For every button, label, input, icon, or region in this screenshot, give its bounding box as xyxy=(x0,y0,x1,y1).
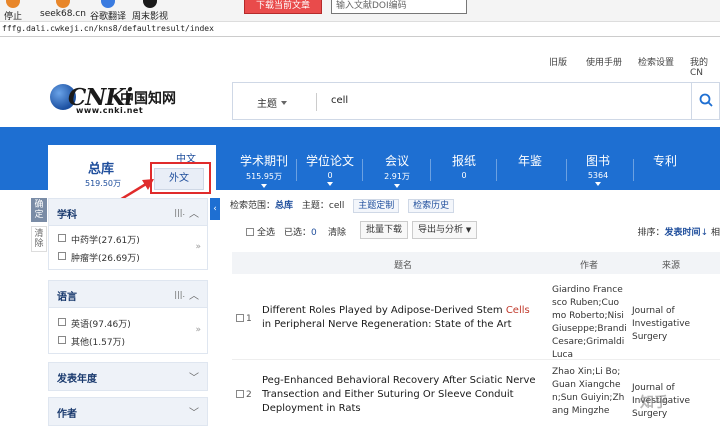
more-arrow-icon[interactable]: » xyxy=(195,242,201,252)
search-scope-select[interactable]: 主题 xyxy=(257,95,287,110)
shortcut-google-translate[interactable]: 谷歌翻译 xyxy=(90,0,126,22)
collapse-sidebar-button[interactable]: ‹ xyxy=(210,198,220,220)
shortcut-stop[interactable]: 停止 xyxy=(4,0,22,22)
shortcut-seek68[interactable]: seek68.cn xyxy=(40,0,86,19)
weekend-movies-icon xyxy=(143,0,157,8)
divider xyxy=(296,159,297,181)
seek68-icon xyxy=(55,0,70,8)
checkbox[interactable] xyxy=(236,314,244,322)
result-title-link[interactable]: Different Roles Played by Adipose-Derive… xyxy=(262,304,537,332)
row-select[interactable]: 1 xyxy=(236,314,252,324)
facet-author[interactable]: 作者 ﹀ xyxy=(48,397,208,426)
chevron-up-icon[interactable]: ︿ xyxy=(189,287,199,302)
google-translate-icon xyxy=(101,0,115,8)
download-article-button[interactable]: 下载当前文章 xyxy=(244,0,322,14)
results-toolbar: 全选 已选：0 清除 批量下载 导出与分析 ▼ 排序：发表时间↓ 相 xyxy=(232,220,720,242)
category-books[interactable]: 图书 5364 xyxy=(568,152,628,186)
result-title-link[interactable]: Peg-Enhanced Behavioral Recovery After S… xyxy=(262,374,537,416)
topic-customize-button[interactable]: 主题定制 xyxy=(353,199,400,213)
divider xyxy=(362,159,363,181)
clear-selection-link[interactable]: 清除 xyxy=(328,225,346,238)
shortcut-weekend-movies[interactable]: 周末影视 xyxy=(132,0,168,22)
search-history-button[interactable]: 检索历史 xyxy=(408,199,455,213)
caret-down-icon xyxy=(595,182,601,186)
checkbox[interactable] xyxy=(58,336,66,344)
caret-down-icon xyxy=(394,184,400,188)
caret-down-icon xyxy=(281,101,287,105)
category-theses[interactable]: 学位论文 0 xyxy=(300,152,360,186)
divider xyxy=(566,159,567,181)
cnki-top-nav: 旧版 使用手册 检索设置 我的CN xyxy=(0,37,720,80)
result-source[interactable]: Journal of Investigative Surgery xyxy=(632,305,712,344)
total-library-title: 总库 xyxy=(88,162,115,177)
facet-language-header[interactable]: 语言 |||. ︿ xyxy=(49,281,207,308)
selected-count: 已选：0 xyxy=(284,228,317,238)
list-item[interactable]: 中药学(27.61万) xyxy=(49,230,207,248)
annotation-highlight-box xyxy=(150,162,211,194)
confirm-tab[interactable]: 确定 xyxy=(31,198,47,222)
nav-search-settings[interactable]: 检索设置 xyxy=(638,55,674,68)
checkbox[interactable] xyxy=(58,252,66,260)
address-bar[interactable]: fffg.dali.cwkeji.cn/kns8/defaultresult/i… xyxy=(0,22,720,37)
select-all-checkbox[interactable]: 全选 xyxy=(246,225,275,238)
category-journals[interactable]: 学术期刊 515.95万 xyxy=(234,152,294,188)
divider xyxy=(496,159,497,181)
watermark: 知乎 xyxy=(640,395,668,411)
facet-subject: 学科 |||. ︿ 中药学(27.61万) 肿瘤学(26.69万) » xyxy=(48,198,208,270)
nav-old-version[interactable]: 旧版 xyxy=(549,55,567,68)
breadcrumb: 检索范围：总库 主题：cell 主题定制 检索历史 xyxy=(230,198,455,213)
nav-manual[interactable]: 使用手册 xyxy=(586,55,622,68)
list-item[interactable]: 其他(1.57万) xyxy=(49,332,207,350)
checkbox[interactable] xyxy=(58,318,66,326)
sort-control[interactable]: 排序：发表时间↓ 相 xyxy=(638,225,720,238)
facet-language: 语言 |||. ︿ 英语(97.46万) 其他(1.57万) » xyxy=(48,280,208,354)
result-authors[interactable]: Giardino Francesco Ruben;Cuomo Roberto;N… xyxy=(552,284,627,362)
browser-bookmark-bar: 停止 seek68.cn 谷歌翻译 周末影视 下载当前文章 输入文献DOI编码 xyxy=(0,0,720,22)
checkbox[interactable] xyxy=(246,228,254,236)
doi-search-input[interactable]: 输入文献DOI编码 xyxy=(331,0,467,14)
breadcrumb-topic: 主题：cell xyxy=(301,201,345,211)
divider xyxy=(633,159,634,181)
chevron-down-icon[interactable]: ﹀ xyxy=(189,404,199,419)
divider xyxy=(316,93,317,111)
checkbox[interactable] xyxy=(58,234,66,242)
row-select[interactable]: 2 xyxy=(236,390,252,400)
list-item[interactable]: 肿瘤学(26.69万) xyxy=(49,248,207,266)
facet-author-header[interactable]: 作者 ﹀ xyxy=(49,398,207,425)
sort-arrow-icon: ↓ xyxy=(700,228,709,238)
facet-action-tabs: 确定 清除 xyxy=(31,198,47,258)
caret-down-icon xyxy=(327,182,333,186)
facet-year-header[interactable]: 发表年度 ﹀ xyxy=(49,363,207,390)
facet-subject-header[interactable]: 学科 |||. ︿ xyxy=(49,199,207,226)
category-conferences[interactable]: 会议 2.91万 xyxy=(367,152,427,188)
batch-download-button[interactable]: 批量下载 xyxy=(360,221,409,239)
checkbox[interactable] xyxy=(236,390,244,398)
category-newspapers[interactable]: 报纸 0 xyxy=(434,152,494,180)
bar-chart-icon[interactable]: |||. xyxy=(174,208,185,217)
category-yearbooks[interactable]: 年鉴 xyxy=(500,152,560,171)
main-search-box: 主题 cell xyxy=(232,82,720,120)
table-row: 1 Different Roles Played by Adipose-Deri… xyxy=(232,274,720,360)
search-button[interactable] xyxy=(691,83,719,119)
stop-icon xyxy=(6,0,20,8)
chevron-down-icon[interactable]: ﹀ xyxy=(189,369,199,384)
search-icon xyxy=(699,93,713,107)
caret-down-icon xyxy=(261,184,267,188)
search-input[interactable]: cell xyxy=(331,95,348,106)
export-analysis-button[interactable]: 导出与分析 ▼ xyxy=(412,221,478,239)
divider xyxy=(430,159,431,181)
more-arrow-icon[interactable]: » xyxy=(195,325,201,335)
facet-year[interactable]: 发表年度 ﹀ xyxy=(48,362,208,391)
results-table-header: 题名 作者 来源 xyxy=(232,252,720,274)
clear-tab[interactable]: 清除 xyxy=(31,226,47,252)
cnki-logo[interactable]: CNKi 中国知网 www.cnki.net xyxy=(50,82,180,118)
result-authors[interactable]: Zhao Xin;Li Bo;Guan Xiangchen;Sun Guiyin… xyxy=(552,366,627,418)
category-patents[interactable]: 专利 xyxy=(635,152,695,171)
chevron-up-icon[interactable]: ︿ xyxy=(189,205,199,220)
breadcrumb-scope[interactable]: 总库 xyxy=(275,201,293,211)
nav-my-cnki[interactable]: 我的CN xyxy=(690,55,720,78)
caret-down-icon: ▼ xyxy=(465,226,472,234)
bar-chart-icon[interactable]: |||. xyxy=(174,290,185,299)
list-item[interactable]: 英语(97.46万) xyxy=(49,314,207,332)
